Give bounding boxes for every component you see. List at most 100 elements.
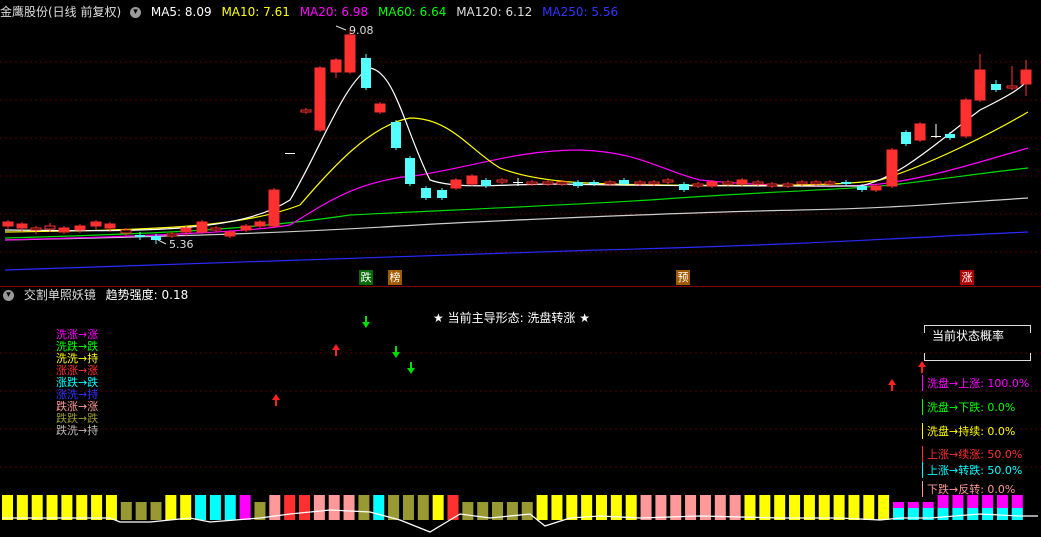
indicator-bar [373, 495, 385, 520]
candle [210, 226, 222, 232]
candle [931, 124, 941, 138]
indicator-bar [462, 502, 474, 520]
candle [374, 102, 386, 114]
arrow-down-icon [392, 346, 400, 358]
indicator-bar [31, 495, 43, 520]
indicator-bar [195, 495, 207, 520]
candle [766, 182, 778, 188]
indicator-bar-base [996, 508, 1008, 520]
indicator-bar-base [1011, 508, 1023, 520]
candle [405, 156, 415, 186]
indicator-bar [655, 495, 667, 520]
indicator-bar [506, 502, 518, 520]
ma20-line [4, 147, 1029, 241]
indicator-bar [135, 502, 147, 520]
candle [496, 178, 508, 184]
candle [180, 226, 192, 236]
indicator-bar [180, 495, 192, 520]
indicator-bar [818, 495, 830, 520]
indicator-bar [328, 495, 340, 520]
candle [736, 178, 748, 186]
arrow-up-icon [888, 379, 896, 391]
candle [421, 186, 431, 200]
low-marker: 5.36 [157, 238, 194, 251]
candle [437, 188, 447, 200]
indicator-bar [566, 495, 578, 520]
candle [300, 108, 312, 114]
indicator-bar [536, 495, 548, 520]
candle [960, 98, 972, 138]
indicator-bar [521, 502, 533, 520]
indicator-bar [224, 495, 236, 520]
indicator-bar [625, 495, 637, 520]
candle [1006, 66, 1018, 90]
indicator-bar [744, 495, 756, 520]
indicator-bar [833, 495, 845, 520]
candle [914, 122, 926, 142]
indicator-bar [209, 495, 221, 520]
ma5-line [4, 67, 1029, 232]
high-marker: 9.08 [335, 24, 374, 37]
candle [945, 132, 955, 140]
candlestick-chart[interactable]: 9.08 5.36 [0, 0, 1041, 290]
indicator-bar [878, 495, 890, 520]
signal-tag-zhang: 涨 [960, 270, 974, 285]
candle [1020, 60, 1032, 96]
candle [196, 220, 208, 234]
indicator-bar [789, 495, 801, 520]
prob-title-box [924, 325, 1031, 326]
indicator-bar [239, 495, 251, 520]
candle [330, 58, 342, 78]
candle [361, 54, 371, 90]
candle [974, 54, 986, 102]
candle [991, 80, 1001, 92]
indicator-chart[interactable] [0, 290, 1041, 537]
indicator-bar [16, 495, 28, 520]
indicator-bar [803, 495, 815, 520]
arrow-down-icon [407, 362, 415, 374]
indicator-bar [402, 495, 414, 520]
arrow-up-icon [918, 361, 926, 373]
ma120-line [4, 197, 1029, 241]
candle [30, 226, 42, 234]
candle [268, 188, 280, 228]
indicator-bar [343, 495, 355, 520]
prob-item: 下跌→反转: 0.0% [922, 481, 1015, 497]
candle [481, 178, 491, 188]
indicator-bar [76, 495, 88, 520]
candle [662, 178, 674, 184]
indicator-bar [432, 495, 444, 520]
candle [573, 180, 583, 188]
candle [901, 130, 911, 146]
high-price-label: 9.08 [349, 24, 374, 37]
indicator-bar [313, 495, 325, 520]
legend-item: 跌洗→持 [56, 424, 99, 437]
candle [841, 180, 851, 186]
candle [58, 226, 70, 234]
dominant-pattern-headline: ★ 当前主导形态: 洗盘转涨 ★ [433, 311, 591, 325]
candle [2, 220, 14, 230]
prob-item: 上涨→续涨: 50.0% [922, 446, 1022, 462]
prob-title: 当前状态概率 [932, 329, 1005, 343]
indicator-bar [774, 495, 786, 520]
candle [542, 180, 554, 186]
candle [74, 224, 86, 233]
candle [450, 178, 462, 190]
indicator-bar [417, 495, 429, 520]
prob-item: 洗盘→上涨: 100.0% [922, 375, 1029, 391]
arrow-up-icon [332, 344, 340, 356]
indicator-bar-base [952, 508, 964, 520]
candle [679, 182, 689, 192]
indicator-bar-base [937, 508, 949, 520]
candle [314, 66, 326, 132]
prob-item: 上涨→转跌: 50.0% [922, 462, 1022, 478]
candle [391, 120, 401, 150]
indicator-bar [46, 495, 58, 520]
indicator-bar [105, 495, 117, 520]
prob-item: 洗盘→持续: 0.0% [922, 423, 1015, 439]
indicator-bar [848, 495, 860, 520]
indicator-bar [120, 502, 132, 520]
indicator-bar [61, 495, 73, 520]
candle [254, 220, 266, 228]
indicator-bar [759, 495, 771, 520]
